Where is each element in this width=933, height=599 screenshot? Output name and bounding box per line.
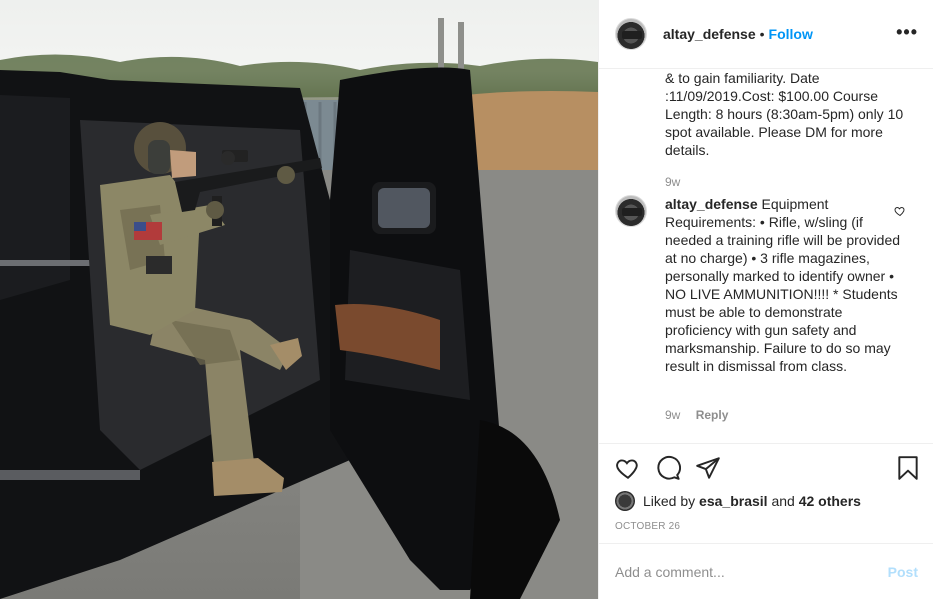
caption-timestamp: 9w: [665, 175, 681, 189]
comment-text: Equipment Requirements: • Rifle, w/sling…: [665, 196, 901, 374]
caption-continuation: & to gain familiarity. Date :11/09/2019.…: [665, 70, 904, 158]
comment-body: altay_defense Equipment Requirements: • …: [665, 195, 910, 375]
post-actions: Liked by esa_brasil and 42 others OCTOBE…: [599, 443, 933, 543]
share-icon[interactable]: [695, 455, 721, 481]
comments-list[interactable]: & to gain familiarity. Date :11/09/2019.…: [599, 69, 933, 443]
post-header: altay_defense • Follow •••: [599, 0, 933, 69]
bookmark-icon[interactable]: [895, 455, 921, 481]
post-comment-button[interactable]: Post: [888, 564, 918, 580]
add-comment-bar: Add a comment... Post: [599, 543, 933, 599]
post-photo[interactable]: [0, 0, 598, 599]
liker-avatar[interactable]: [615, 491, 635, 511]
post-photo-illustration: [0, 18, 598, 599]
comment-like-heart-icon[interactable]: [894, 205, 906, 217]
comment-avatar[interactable]: [615, 195, 647, 227]
comment-username[interactable]: altay_defense: [665, 196, 758, 212]
author-avatar[interactable]: [615, 18, 647, 50]
comment-meta: 9w Reply: [665, 408, 728, 422]
post-details-panel: altay_defense • Follow ••• & to gain fam…: [598, 0, 933, 599]
heart-icon[interactable]: [615, 455, 641, 481]
comment-icon[interactable]: [655, 455, 681, 481]
add-comment-input[interactable]: Add a comment...: [615, 564, 888, 580]
follow-button[interactable]: Follow: [769, 26, 813, 42]
likes-prefix: Liked by: [643, 493, 696, 509]
reply-button[interactable]: Reply: [696, 408, 729, 422]
liker-username[interactable]: esa_brasil: [699, 493, 768, 509]
header-separator: •: [759, 26, 765, 42]
likes-summary: Liked by esa_brasil and 42 others: [615, 491, 861, 511]
likes-others-link[interactable]: 42 others: [799, 493, 861, 509]
more-options-icon[interactable]: •••: [896, 22, 918, 43]
comment-timestamp: 9w: [665, 408, 681, 422]
author-username[interactable]: altay_defense: [663, 26, 756, 42]
likes-connector: and: [771, 493, 795, 509]
post-date: OCTOBER 26: [615, 521, 681, 532]
